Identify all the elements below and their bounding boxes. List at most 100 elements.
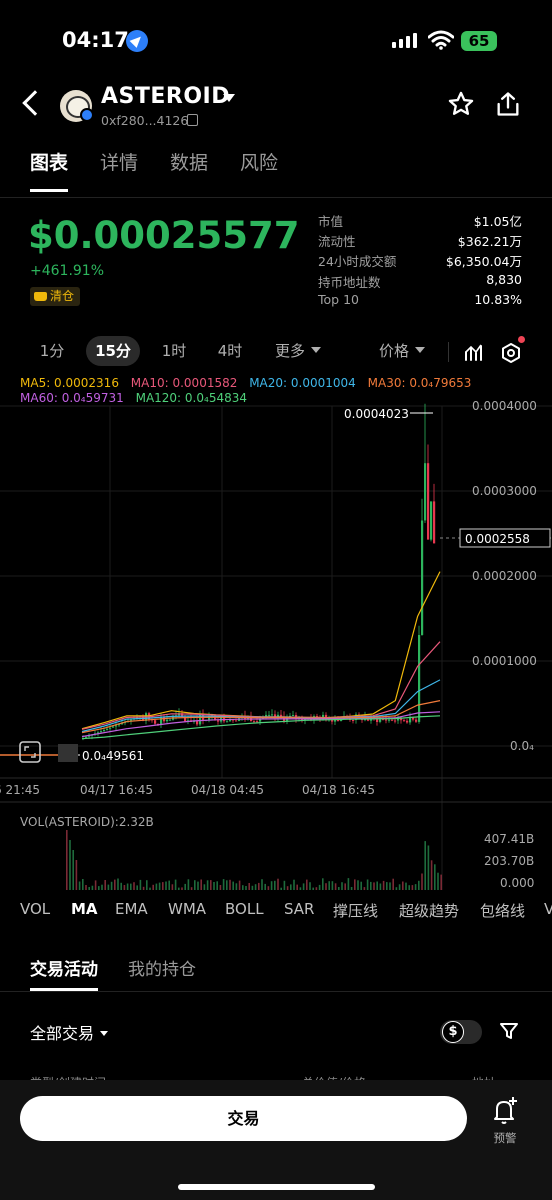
volume-bar: [280, 887, 282, 890]
candle-body: [100, 731, 103, 733]
chart-expand-icon[interactable]: [19, 741, 41, 763]
x-tick-label: 04/17 16:45: [80, 783, 153, 797]
volume-bar: [114, 879, 116, 890]
volume-bar: [382, 880, 385, 890]
volume-bar: [312, 887, 314, 890]
activity-tabs: 交易活动 我的持仓: [30, 955, 196, 991]
volume-bar: [210, 880, 212, 890]
price-chart[interactable]: 0.0004000 0.0003000 0.0002000 0.0001000 …: [0, 372, 552, 892]
candle-body: [406, 720, 409, 723]
volume-bar: [389, 882, 391, 890]
indicator-icon[interactable]: [464, 342, 484, 362]
crown-icon: [34, 292, 47, 301]
volume-bar: [283, 880, 286, 890]
indicator-sar[interactable]: SAR: [284, 900, 314, 918]
activity-divider: [0, 991, 552, 992]
volume-bar: [395, 887, 398, 890]
volume-bar: [411, 885, 414, 890]
price-mode-select[interactable]: 价格: [372, 336, 432, 366]
dollar-icon: $: [442, 1021, 464, 1043]
volume-bar: [341, 882, 343, 890]
indicator-boll[interactable]: BOLL: [225, 900, 264, 918]
volume-bar: [133, 882, 135, 890]
volume-bar: [309, 882, 311, 890]
timeframe-4h[interactable]: 4时: [208, 336, 252, 366]
indicator-more[interactable]: V: [544, 900, 552, 918]
indicator-envelope[interactable]: 包络线: [480, 900, 525, 921]
candle-body: [424, 463, 427, 521]
y-tick-label: 0.0002000: [472, 569, 537, 583]
share-icon[interactable]: [494, 90, 522, 118]
candle-body: [391, 719, 394, 721]
volume-bar: [331, 881, 334, 890]
copy-icon[interactable]: [187, 114, 198, 126]
volume-bar: [85, 885, 87, 890]
volume-bar: [197, 881, 199, 890]
tab-data[interactable]: 数据: [170, 148, 208, 192]
volume-bars: [66, 830, 442, 890]
volume-bar: [430, 860, 433, 890]
currency-toggle[interactable]: $: [440, 1020, 482, 1044]
tab-details[interactable]: 详情: [100, 148, 138, 192]
trade-button[interactable]: 交易: [20, 1096, 467, 1141]
timeframe-more[interactable]: 更多: [268, 336, 328, 366]
tab-chart[interactable]: 图表: [30, 148, 69, 192]
filter-icon[interactable]: [499, 1021, 519, 1041]
volume-bar: [398, 884, 401, 890]
volume-bar: [104, 880, 106, 890]
stat-row-top10: Top 10 10.83%: [318, 292, 522, 312]
timeframe-bar: 1分 15分 1时 4时 更多 价格: [0, 336, 552, 368]
candle-body: [394, 720, 397, 722]
volume-bar: [91, 885, 94, 890]
x-tick-label: 04/18 16:45: [302, 783, 375, 797]
volume-bar: [379, 883, 382, 890]
candle-body: [154, 720, 157, 724]
chart-settings-icon[interactable]: [500, 342, 522, 364]
stat-label: 市值: [318, 214, 344, 229]
current-price: $0.00025577: [28, 214, 300, 257]
token-name[interactable]: ASTEROID: [101, 84, 230, 109]
candle-body: [217, 720, 220, 722]
volume-bar: [190, 887, 193, 890]
tab-trade-activity[interactable]: 交易活动: [30, 955, 98, 991]
indicator-supertrend[interactable]: 超级趋势: [399, 900, 459, 921]
chain-badge-icon: [80, 108, 94, 122]
volume-bar: [235, 883, 238, 890]
price-alert-label: 预警: [493, 1131, 517, 1145]
tab-risk[interactable]: 风险: [240, 148, 278, 192]
volume-bar: [203, 884, 206, 890]
volume-bar: [101, 884, 103, 890]
volume-bar: [110, 881, 113, 890]
indicator-ema[interactable]: EMA: [115, 900, 148, 918]
volume-bar: [222, 879, 225, 890]
volume-bar: [174, 879, 177, 890]
back-icon[interactable]: [22, 90, 48, 116]
indicator-ma[interactable]: MA: [71, 900, 98, 918]
trade-filter-select[interactable]: 全部交易: [30, 1020, 108, 1044]
price-alert-icon[interactable]: [492, 1096, 518, 1126]
timeframe-1m[interactable]: 1分: [30, 336, 74, 366]
stat-row-24h-volume: 24小时成交额 $6,350.04万: [318, 251, 522, 271]
indicator-support-resistance[interactable]: 撑压线: [333, 900, 378, 921]
candle-body: [292, 715, 295, 716]
volume-bar: [181, 887, 183, 890]
volume-bar: [434, 864, 436, 890]
indicator-wma[interactable]: WMA: [168, 900, 206, 918]
star-icon[interactable]: [447, 90, 475, 118]
indicator-vol[interactable]: VOL: [20, 900, 50, 918]
volume-bar: [66, 830, 68, 890]
timeframe-1h[interactable]: 1时: [152, 336, 196, 366]
volume-bar: [82, 879, 84, 890]
volume-bar: [200, 879, 202, 890]
tab-my-holdings[interactable]: 我的持仓: [128, 955, 196, 991]
volume-bar: [322, 878, 324, 890]
timeframe-15m[interactable]: 15分: [86, 336, 140, 366]
volume-bar: [123, 885, 126, 890]
candle-body: [268, 714, 271, 716]
volume-tick-label: 0.000: [500, 876, 534, 890]
volume-bar: [130, 883, 132, 890]
candle-body: [352, 720, 355, 721]
token-dropdown-icon[interactable]: [223, 94, 235, 102]
token-address: 0xf280...4126: [101, 113, 189, 128]
cellular-signal-icon: [392, 32, 417, 48]
